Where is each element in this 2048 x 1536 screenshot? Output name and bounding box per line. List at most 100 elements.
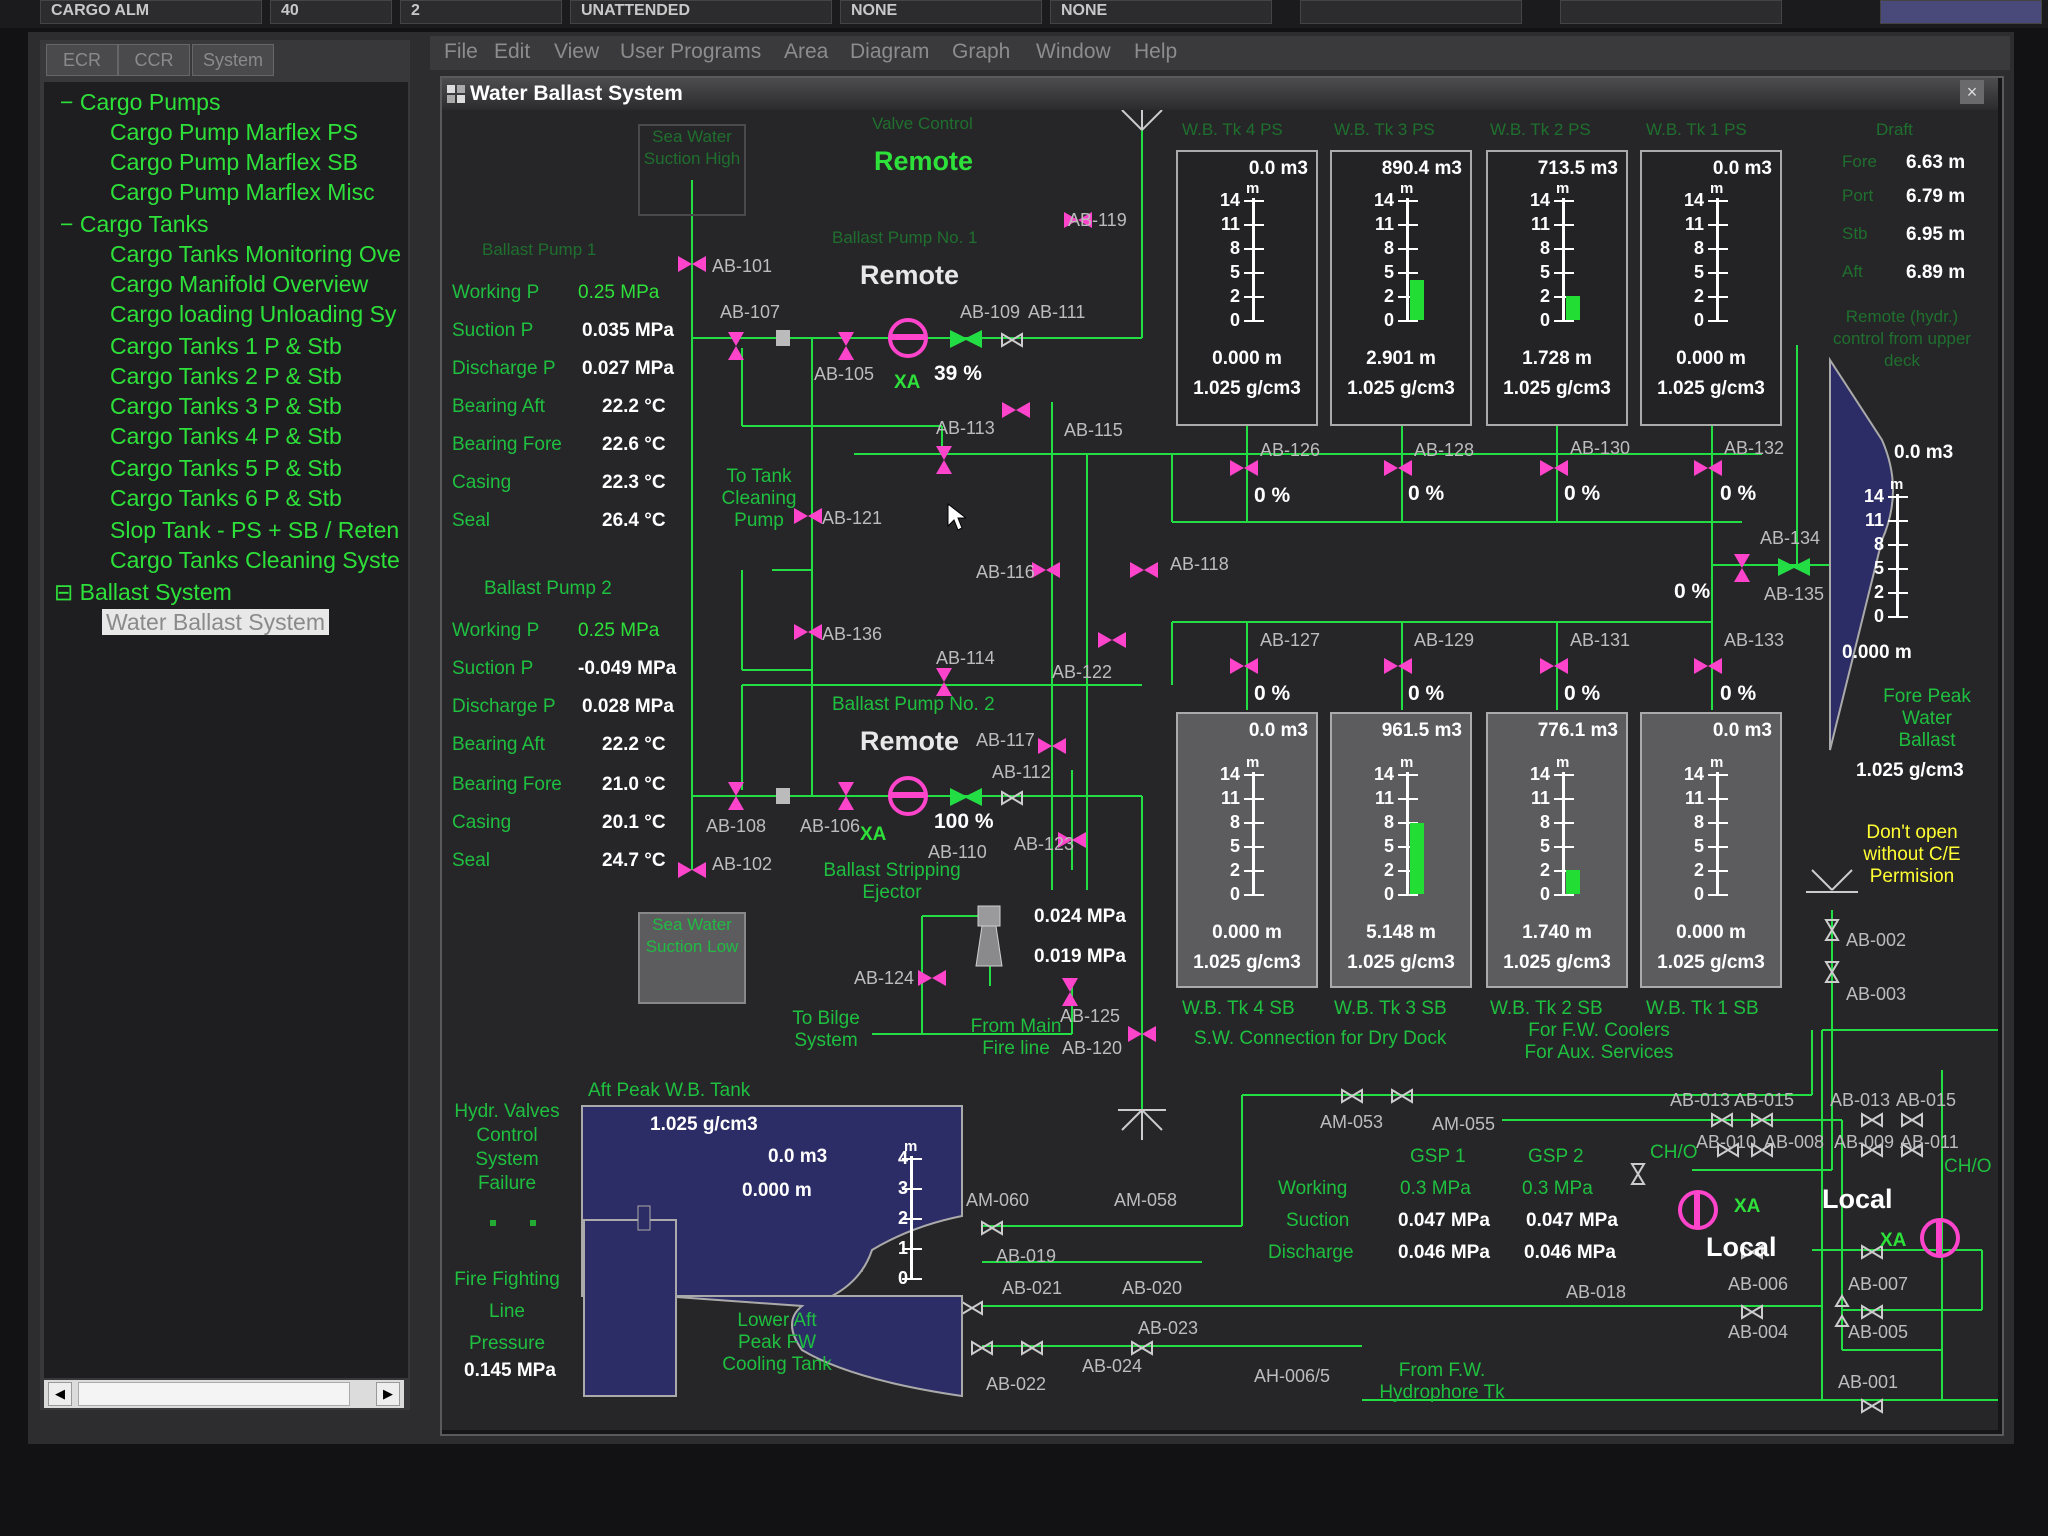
local-label-2[interactable]: Local [1706,1232,1777,1263]
aft-peak-density: 1.025 g/cm3 [650,1114,758,1135]
pump2-mode[interactable]: Remote [860,726,959,757]
scale-axis [1252,772,1255,896]
menu-user-programs[interactable]: User Programs [620,40,761,64]
valve-tag: AB-019 [996,1246,1057,1266]
valve-tag: AB-134 [1760,528,1821,548]
tree-item[interactable]: Cargo Tanks 4 P & Stb [110,422,342,450]
tank-2-ps[interactable]: 713.5 m3 1.728 m 1.025 g/cm3 14 11 8 5 2 0 m [1486,150,1628,426]
pump1-mode[interactable]: Remote [860,260,959,291]
tank-volume: 713.5 m3 [1537,158,1618,179]
tank-3-sb[interactable]: 961.5 m3 5.148 m 1.025 g/cm3 14 11 8 5 2 0 m [1330,712,1472,988]
close-icon[interactable]: × [1960,80,1984,104]
draft-label: Stb [1842,224,1868,243]
menu-help[interactable]: Help [1134,40,1177,64]
topbar-button-4[interactable]: UNATTENDED [570,0,832,24]
scroll-left-icon[interactable]: ◀ [48,1382,72,1406]
tab-ecr[interactable]: ECR [46,44,118,76]
gsp-row-label: Discharge [1268,1242,1354,1263]
tree-item[interactable]: Cargo Tanks 5 P & Stb [110,454,342,482]
fore-peak-density: 1.025 g/cm3 [1856,760,1964,781]
tree-collapse-icon[interactable]: ⊟ [54,579,73,605]
valve-tag: AB-105 [814,364,875,384]
menu-view[interactable]: View [554,40,599,64]
tank-density: 1.025 g/cm3 [1347,952,1455,973]
tree-collapse-icon[interactable]: − [60,89,73,115]
tree-item[interactable]: Slop Tank - PS + SB / Reten [110,516,399,544]
valve-tag: AB-015 [1896,1090,1957,1110]
tank-4-sb[interactable]: 0.0 m3 0.000 m 1.025 g/cm3 14 11 8 5 2 0 m [1176,712,1318,988]
scroll-thumb[interactable] [78,1382,350,1406]
tank-name: W.B. Tk 1 PS [1646,120,1747,139]
tree-item[interactable]: Cargo Pump Marflex SB [110,148,358,176]
gsp1-working: 0.3 MPa [1400,1178,1471,1199]
topbar-button-9[interactable] [1880,0,2042,24]
tab-system[interactable]: System [192,44,274,76]
tank-name: W.B. Tk 3 SB [1334,998,1447,1019]
tree-item[interactable]: Cargo loading Unloading Sy [110,300,396,328]
tree-collapse-icon[interactable]: − [60,211,73,237]
tank-scale: 14 11 8 5 2 0 m [1672,180,1752,330]
tree-item[interactable]: Cargo Pump Marflex Misc [110,178,375,206]
tank-4-ps[interactable]: 0.0 m3 0.000 m 1.025 g/cm3 14 11 8 5 2 0 m [1176,150,1318,426]
ballast-diagram: Valve Control Remote Sea Water Suction H… [442,110,1998,1430]
tank-volume: 0.0 m3 [1712,158,1772,179]
pump2-xa: XA [860,824,887,845]
scale-tick-label: 5 [1693,836,1704,856]
scale-tick-label: 14 [1529,764,1550,784]
hydr-failure-led [530,1220,536,1226]
tree-node-cargo-pumps[interactable]: − Cargo Pumps [60,88,220,116]
scroll-right-icon[interactable]: ▶ [376,1382,400,1406]
fire-fighting-pressure: 0.145 MPa [464,1360,556,1381]
tree-item[interactable]: Cargo Tanks 2 P & Stb [110,362,342,390]
valve-tag: AB-114 [936,648,995,668]
menu-window[interactable]: Window [1036,40,1111,64]
menu-edit[interactable]: Edit [494,40,530,64]
valve-tag: AB-126 [1260,440,1321,460]
tank-scale: 14 11 8 5 2 0 m [1362,180,1442,330]
topbar-button-7[interactable] [1300,0,1522,24]
tab-ccr[interactable]: CCR [118,44,190,76]
menu-bar: File Edit View User Programs Area Diagra… [430,36,2010,70]
tank-name: W.B. Tk 4 SB [1182,998,1295,1019]
hydr-failure-led [490,1220,496,1226]
menu-graph[interactable]: Graph [952,40,1010,64]
tree-node-cargo-tanks[interactable]: − Cargo Tanks [60,210,209,238]
tree-item[interactable]: Cargo Tanks Monitoring Ove [110,240,401,268]
tree-item[interactable]: Cargo Tanks 3 P & Stb [110,392,342,420]
tank-1-sb[interactable]: 0.0 m3 0.000 m 1.025 g/cm3 14 11 8 5 2 0 m [1640,712,1782,988]
topbar-button-6[interactable]: NONE [1050,0,1272,24]
valve-tag: AB-116 [976,562,1035,582]
gsp1-title: GSP 1 [1410,1146,1466,1167]
tree-item[interactable]: Cargo Tanks 1 P & Stb [110,332,342,360]
menu-diagram[interactable]: Diagram [850,40,929,64]
tree-item[interactable]: Cargo Pump Marflex PS [110,118,358,146]
tree-node-ballast-system[interactable]: ⊟ Ballast System [54,578,232,606]
valve-tag: AB-024 [1082,1356,1143,1376]
scale-tick-label: 5 [1539,262,1550,282]
valve-tag: AB-127 [1260,630,1321,650]
tank-3-ps[interactable]: 890.4 m3 2.901 m 1.025 g/cm3 14 11 8 5 2 0 m [1330,150,1472,426]
menu-area[interactable]: Area [784,40,828,64]
topbar-button-5[interactable]: NONE [840,0,1042,24]
topbar-button-1[interactable]: CARGO ALM [40,0,262,24]
fore-peak-title: Fore Peak Water Ballast [1883,686,1971,751]
topbar-button-8[interactable] [1560,0,1782,24]
menu-file[interactable]: File [444,40,478,64]
pump1-seal: 26.4 °C [602,510,666,531]
dont-open-warning: Don't open without C/E Permision [1863,822,1961,887]
pump1-xa: XA [894,372,921,393]
valve-tag: AB-120 [1062,1038,1123,1058]
tank-2-sb[interactable]: 776.1 m3 1.740 m 1.025 g/cm3 14 11 8 5 2 0 m [1486,712,1628,988]
topbar-button-3[interactable]: 2 [400,0,562,24]
local-label-1[interactable]: Local [1822,1184,1893,1215]
fore-peak-level: 0.000 m [1842,642,1912,663]
valve-control-mode[interactable]: Remote [874,146,973,177]
tree-item[interactable]: Cargo Tanks Cleaning Syste [110,546,400,574]
topbar-button-2[interactable]: 40 [270,0,392,24]
tree-item-selected[interactable]: Water Ballast System [102,608,329,636]
tank-volume: 0.0 m3 [1712,720,1772,741]
horizontal-scrollbar[interactable]: ◀ ▶ [44,1380,404,1408]
tank-1-ps[interactable]: 0.0 m3 0.000 m 1.025 g/cm3 14 11 8 5 2 0 m [1640,150,1782,426]
tree-item[interactable]: Cargo Manifold Overview [110,270,368,298]
tree-item[interactable]: Cargo Tanks 6 P & Stb [110,484,342,512]
